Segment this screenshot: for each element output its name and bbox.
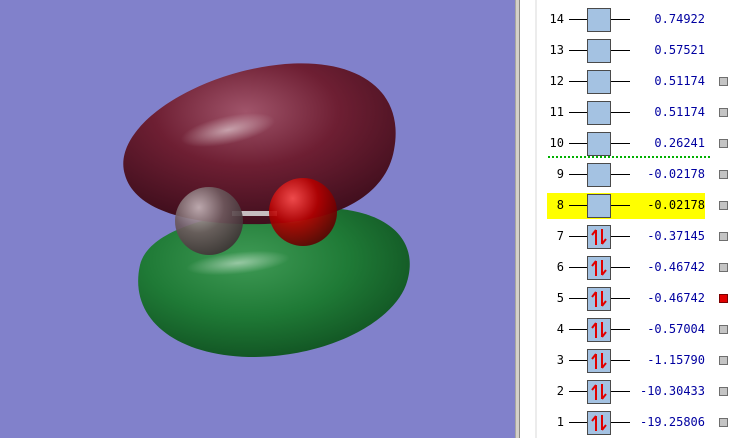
mo-row[interactable]: 10 0.26241: [520, 130, 743, 158]
mo-occupancy-box[interactable]: [587, 380, 611, 404]
mo-energy-value: -19.25806: [639, 415, 705, 429]
surface-toggle-checkbox[interactable]: [719, 387, 728, 396]
mo-energy-value: 0.26241: [654, 136, 705, 150]
atom-oxygen[interactable]: [269, 178, 337, 246]
mo-occupancy-box[interactable]: [587, 318, 611, 342]
mo-row[interactable]: 13 0.57521: [520, 37, 743, 65]
mo-occupancy-box[interactable]: [587, 132, 611, 156]
mo-index: 14: [549, 12, 564, 26]
surface-toggle-checkbox[interactable]: [719, 201, 728, 210]
surface-toggle-checkbox[interactable]: [719, 325, 728, 334]
mo-occupancy-box[interactable]: [587, 349, 611, 373]
mo-row[interactable]: 7 -0.37145: [520, 223, 743, 251]
mo-row[interactable]: 5 -0.46742: [520, 285, 743, 313]
surface-toggle-checkbox[interactable]: [719, 294, 728, 303]
mo-row[interactable]: 1 -19.25806: [520, 409, 743, 437]
surface-toggle-checkbox[interactable]: [719, 418, 728, 427]
mo-row[interactable]: 8 -0.02178: [520, 192, 743, 220]
mo-occupancy-box[interactable]: [587, 163, 611, 187]
mo-index: 3: [556, 353, 564, 367]
mo-row[interactable]: 14 0.74922: [520, 6, 743, 34]
electron-pair-icon: [591, 229, 607, 245]
surface-toggle-checkbox[interactable]: [719, 263, 728, 272]
mo-energy-value: -0.46742: [647, 260, 705, 274]
mo-index: 1: [556, 415, 564, 429]
surface-toggle-checkbox[interactable]: [719, 356, 728, 365]
mo-energy-value: 0.51174: [654, 74, 705, 88]
atom-carbon[interactable]: [175, 187, 243, 255]
electron-pair-icon: [591, 415, 607, 431]
mo-occupancy-box[interactable]: [587, 70, 611, 94]
mo-energy-value: -0.02178: [647, 167, 705, 181]
mo-energy-value: -0.57004: [647, 322, 705, 336]
mo-occupancy-box[interactable]: [587, 8, 611, 32]
mo-occupancy-box[interactable]: [587, 256, 611, 280]
surface-toggle-checkbox[interactable]: [719, 77, 728, 86]
mo-row[interactable]: 2 -10.30433: [520, 378, 743, 406]
mo-index: 7: [556, 229, 564, 243]
mo-energy-value: -1.15790: [647, 353, 705, 367]
molecular-orbital-render: [123, 63, 410, 357]
mo-energy-diagram: 14 0.74922 13 0.57521 12 0.51174 11 0.51174 10 0.…: [520, 0, 743, 438]
mo-row[interactable]: 3 -1.15790: [520, 347, 743, 375]
mo-energy-value: 0.51174: [654, 105, 705, 119]
mo-occupancy-box[interactable]: [587, 101, 611, 125]
mo-index: 13: [549, 43, 564, 57]
mo-index: 4: [556, 322, 564, 336]
electron-pair-icon: [591, 353, 607, 369]
surface-toggle-checkbox[interactable]: [719, 139, 728, 148]
mo-energy-value: 0.74922: [654, 12, 705, 26]
mo-index: 6: [556, 260, 564, 274]
mo-row[interactable]: 11 0.51174: [520, 99, 743, 127]
mo-occupancy-box[interactable]: [587, 411, 611, 435]
mo-index: 8: [556, 198, 564, 212]
electron-pair-icon: [591, 260, 607, 276]
mo-occupancy-box[interactable]: [587, 194, 611, 218]
mo-energy-value: -10.30433: [639, 384, 705, 398]
electron-pair-icon: [591, 291, 607, 307]
mo-index: 11: [549, 105, 564, 119]
mo-energy-value: -0.46742: [647, 291, 705, 305]
surface-toggle-checkbox[interactable]: [719, 232, 728, 241]
mo-index: 5: [556, 291, 564, 305]
orbital-lobe-positive: [123, 63, 396, 225]
mo-energy-value: 0.57521: [654, 43, 705, 57]
homo-lumo-divider: [548, 156, 710, 158]
electron-pair-icon: [591, 384, 607, 400]
mo-energy-value: -0.02178: [647, 198, 705, 212]
mo-occupancy-box[interactable]: [587, 225, 611, 249]
mo-row[interactable]: 12 0.51174: [520, 68, 743, 96]
surface-toggle-checkbox[interactable]: [719, 108, 728, 117]
mo-row[interactable]: 9 -0.02178: [520, 161, 743, 189]
mo-index: 12: [549, 74, 564, 88]
mo-index: 2: [556, 384, 564, 398]
molecule-3d-viewport[interactable]: [0, 0, 515, 438]
mo-occupancy-box[interactable]: [587, 287, 611, 311]
mo-occupancy-box[interactable]: [587, 39, 611, 63]
mo-row[interactable]: 4 -0.57004: [520, 316, 743, 344]
surface-toggle-checkbox[interactable]: [719, 170, 728, 179]
electron-pair-icon: [591, 322, 607, 338]
mo-energy-value: -0.37145: [647, 229, 705, 243]
mo-row[interactable]: 6 -0.46742: [520, 254, 743, 282]
mo-index: 9: [556, 167, 564, 181]
mo-index: 10: [549, 136, 564, 150]
